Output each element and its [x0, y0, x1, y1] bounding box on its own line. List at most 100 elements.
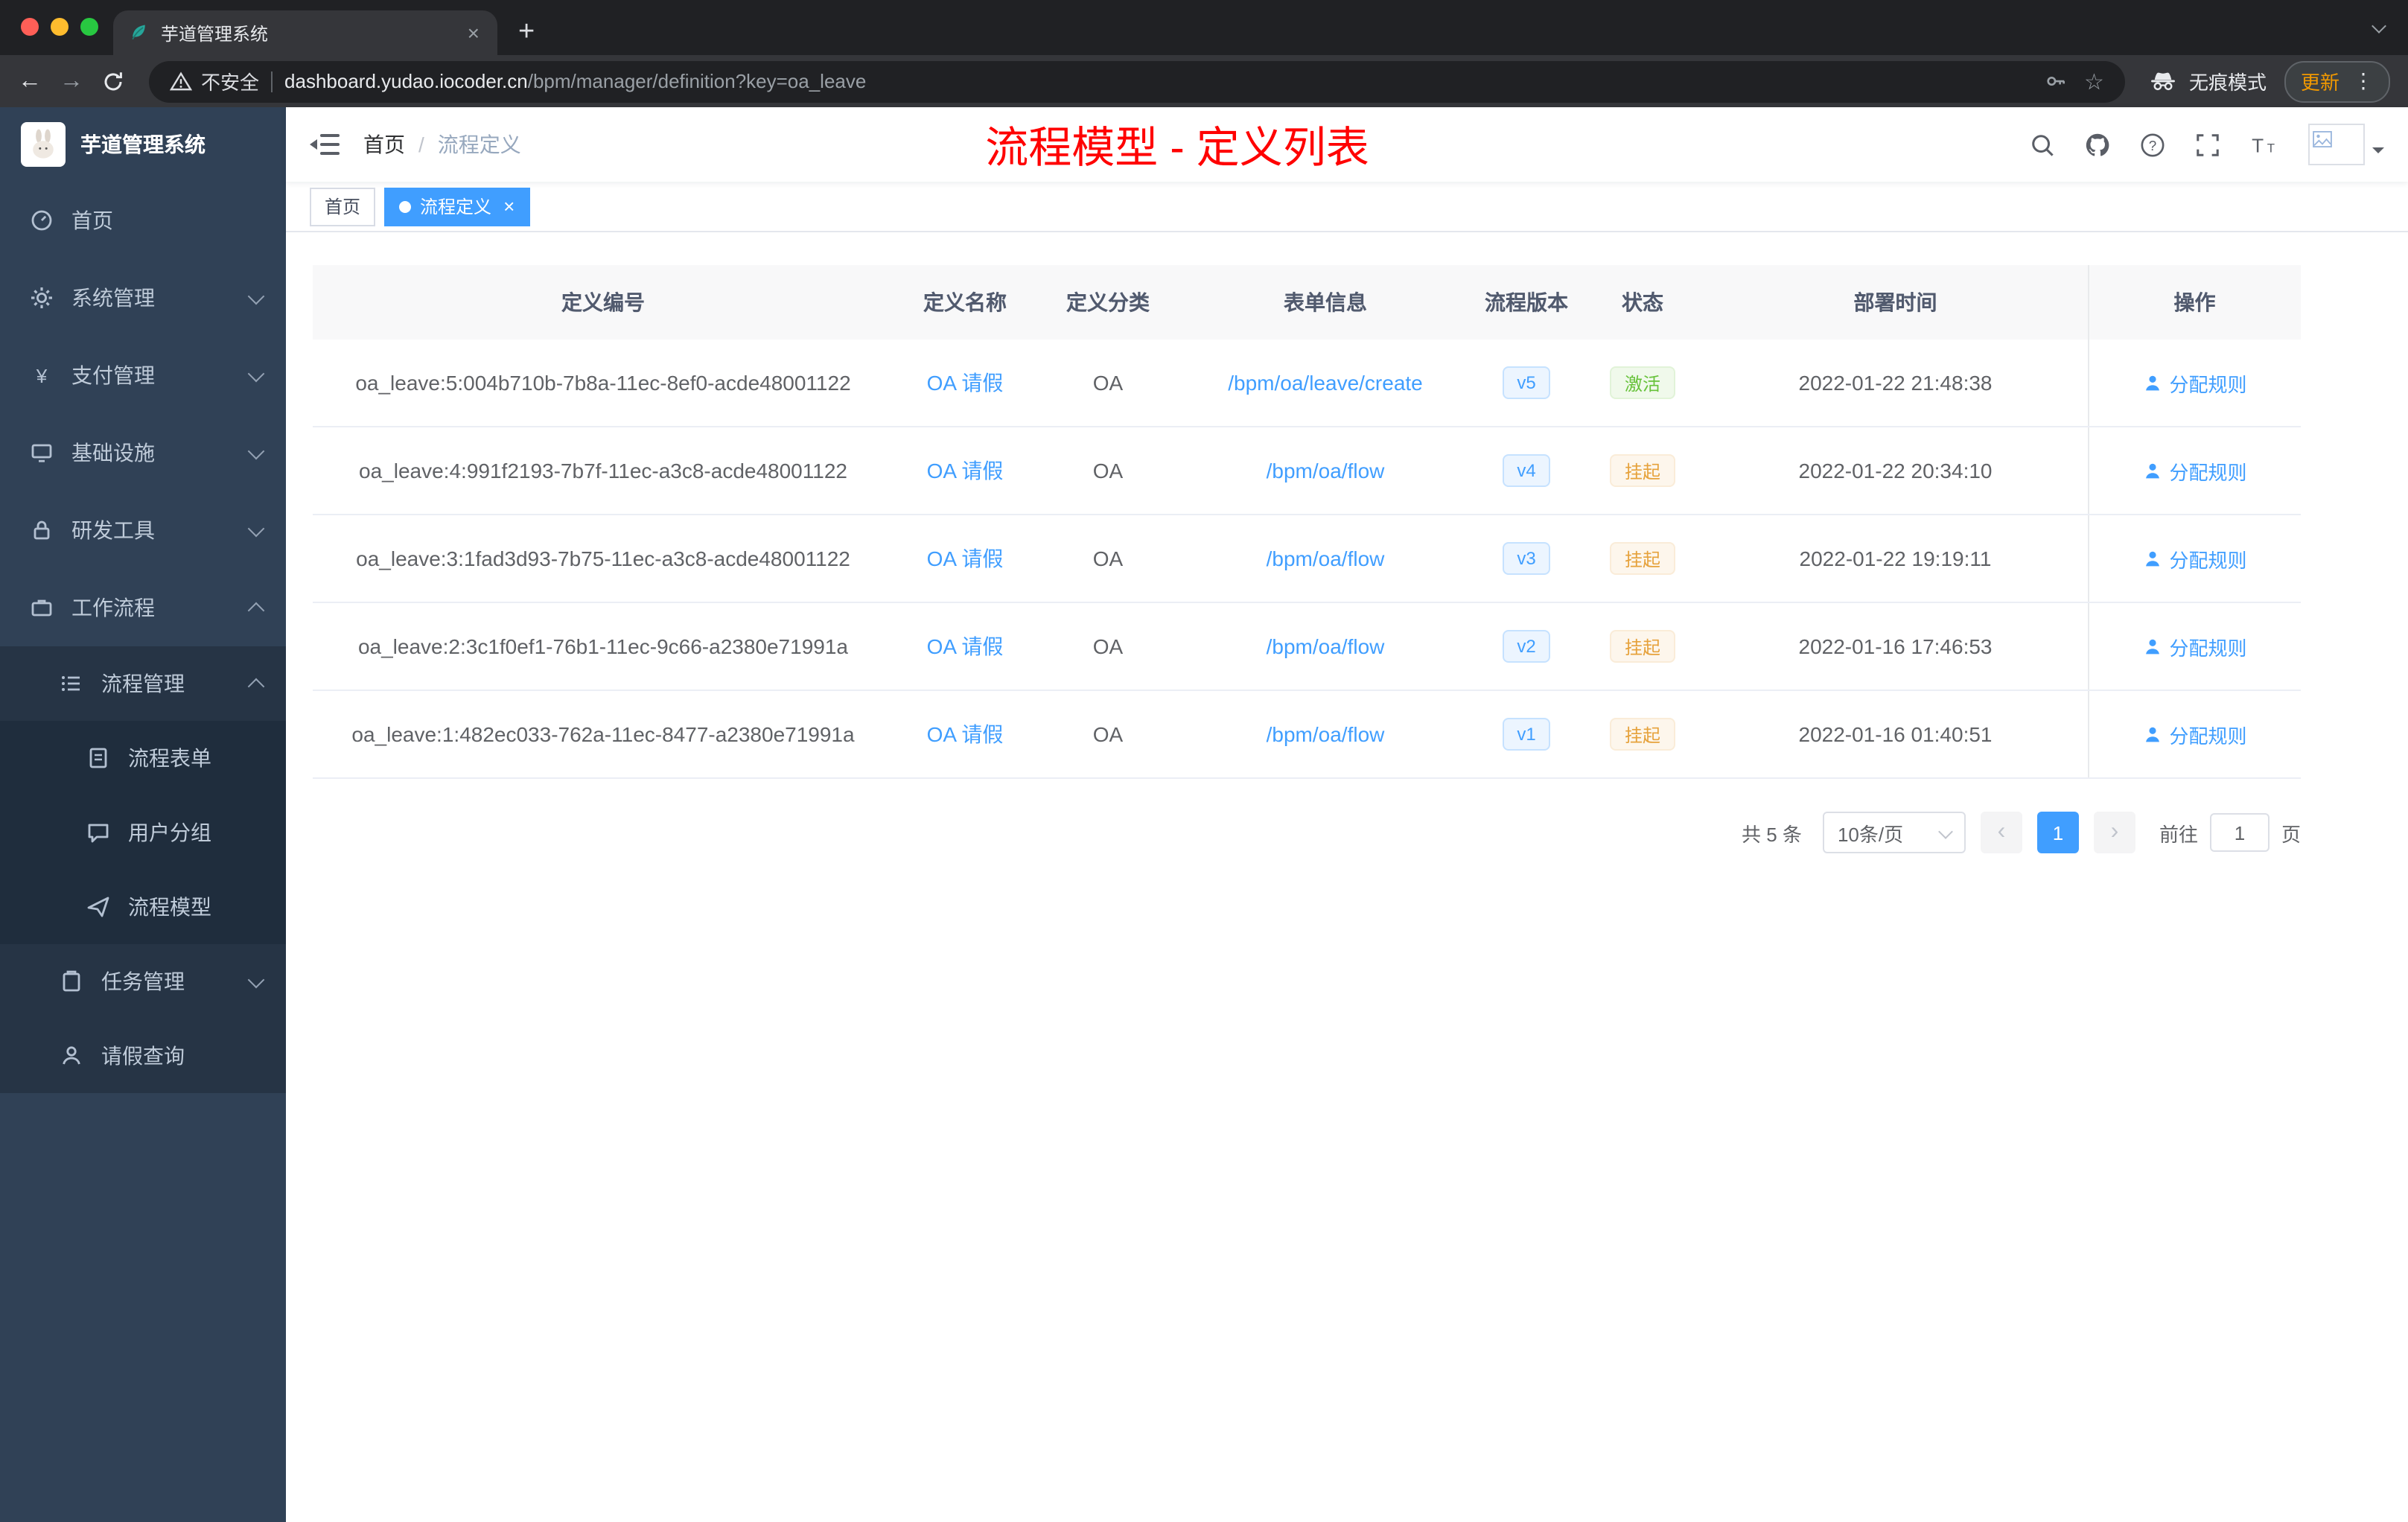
assign-rule-button[interactable]: 分配规则	[2142, 456, 2247, 485]
window-minimize-button[interactable]	[51, 18, 69, 36]
incognito-icon	[2151, 72, 2175, 91]
user-icon	[2142, 725, 2162, 744]
goto-unit-label: 页	[2281, 823, 2301, 845]
new-tab-button[interactable]: +	[518, 18, 535, 46]
sidebar-item-task-management[interactable]: 任务管理	[0, 944, 286, 1019]
sidebar-item-infrastructure[interactable]: 基础设施	[0, 414, 286, 491]
page-goto-input[interactable]	[2209, 813, 2270, 852]
sidebar-item-leave-query[interactable]: 请假查询	[0, 1019, 286, 1093]
col-deploy-time: 部署时间	[1704, 265, 2088, 340]
omnibox-actions: ☆	[2044, 68, 2104, 95]
help-icon[interactable]: ?	[2140, 132, 2165, 157]
sidebar-logo[interactable]: 芋道管理系统	[0, 107, 286, 182]
form-info-link[interactable]: /bpm/oa/flow	[1267, 634, 1385, 658]
form-info-link[interactable]: /bpm/oa/flow	[1267, 722, 1385, 746]
send-icon	[86, 895, 110, 919]
back-button[interactable]: ←	[18, 69, 42, 93]
sidebar-item-dev-tools[interactable]: 研发工具	[0, 491, 286, 569]
assign-rule-button[interactable]: 分配规则	[2142, 544, 2247, 573]
current-page-button[interactable]: 1	[2036, 812, 2079, 853]
form-info-link[interactable]: /bpm/oa/flow	[1267, 459, 1385, 483]
address-bar[interactable]: 不安全 dashboard.yudao.iocoder.cn/bpm/manag…	[149, 60, 2125, 102]
kebab-menu-icon[interactable]: ⋮	[2353, 69, 2374, 94]
sidebar-item-workflow[interactable]: 工作流程	[0, 569, 286, 646]
site-security[interactable]: 不安全	[170, 67, 259, 95]
favicon	[128, 22, 149, 43]
definition-name-link[interactable]: OA 请假	[927, 547, 1004, 570]
github-icon[interactable]	[2085, 132, 2110, 157]
definition-id-cell: oa_leave:5:004b710b-7b8a-11ec-8ef0-acde4…	[313, 340, 894, 427]
definition-name-link[interactable]: OA 请假	[927, 722, 1004, 746]
user-icon	[2142, 549, 2162, 568]
tags-view-bar: 首页 流程定义 ×	[286, 182, 2408, 232]
browser-window: 芋道管理系统 × + ← → 不安全 dashboard.yudao.iocod…	[0, 0, 2408, 1522]
sidebar-item-process-model[interactable]: 流程模型	[0, 870, 286, 944]
assign-rule-button[interactable]: 分配规则	[2142, 720, 2247, 748]
incognito-badge: 无痕模式	[2149, 67, 2267, 95]
tag-close-icon[interactable]: ×	[503, 197, 515, 216]
logo-avatar	[21, 122, 66, 167]
browser-tab[interactable]: 芋道管理系统 ×	[113, 10, 497, 55]
sidebar-item-user-group[interactable]: 用户分组	[0, 795, 286, 870]
definition-name-link[interactable]: OA 请假	[927, 634, 1004, 658]
search-icon[interactable]	[2030, 132, 2055, 157]
breadcrumb-home[interactable]: 首页	[363, 130, 405, 159]
forward-button[interactable]: →	[60, 69, 83, 93]
version-badge: v1	[1502, 718, 1551, 751]
col-status: 状态	[1582, 265, 1704, 340]
sidebar-item-label: 研发工具	[71, 518, 155, 542]
table-row: oa_leave:5:004b710b-7b8a-11ec-8ef0-acde4…	[313, 340, 2301, 427]
task-icon	[60, 969, 83, 993]
form-info-link[interactable]: /bpm/oa/flow	[1267, 547, 1385, 570]
sidebar-item-label: 流程表单	[128, 746, 211, 770]
sidebar-item-home[interactable]: 首页	[0, 182, 286, 259]
next-page-button[interactable]: ›	[2093, 812, 2135, 853]
col-definition-name: 定义名称	[894, 265, 1036, 340]
page-size-select[interactable]: 10条/页	[1822, 812, 1966, 853]
tab-search-chevron-icon[interactable]	[2372, 19, 2386, 34]
window-close-button[interactable]	[21, 18, 39, 36]
version-badge: v2	[1502, 630, 1551, 663]
sidebar-item-label: 任务管理	[101, 969, 185, 993]
chevron-down-icon	[247, 364, 265, 382]
fullscreen-icon[interactable]	[2195, 132, 2220, 157]
table-row: oa_leave:3:1fad3d93-7b75-11ec-a3c8-acde4…	[313, 515, 2301, 603]
chevron-up-icon	[247, 677, 265, 695]
bookmark-star-icon[interactable]: ☆	[2084, 68, 2104, 95]
tag-home[interactable]: 首页	[310, 187, 376, 226]
browser-menu-button[interactable]: 更新 ⋮	[2284, 60, 2390, 102]
tag-process-definition[interactable]: 流程定义 ×	[384, 187, 530, 226]
prev-page-button[interactable]: ‹	[1980, 812, 2022, 853]
key-icon[interactable]	[2044, 70, 2066, 92]
definition-name-link[interactable]: OA 请假	[927, 459, 1004, 483]
dashboard-icon	[30, 208, 54, 232]
assign-rule-button[interactable]: 分配规则	[2142, 369, 2247, 397]
sidebar-item-label: 用户分组	[128, 821, 211, 844]
sidebar-item-process-management[interactable]: 流程管理	[0, 646, 286, 721]
browser-toolbar: ← → 不安全 dashboard.yudao.iocoder.cn/bpm/m…	[0, 55, 2408, 107]
svg-text:¥: ¥	[36, 365, 48, 387]
sidebar-item-process-form[interactable]: 流程表单	[0, 721, 286, 795]
avatar	[2308, 124, 2365, 165]
form-info-link[interactable]: /bpm/oa/leave/create	[1228, 371, 1423, 395]
chevron-up-icon	[247, 601, 265, 619]
definition-category-cell: OA	[1036, 602, 1179, 691]
update-label[interactable]: 更新	[2301, 67, 2339, 95]
refresh-button[interactable]	[101, 69, 125, 93]
assign-rule-button[interactable]: 分配规则	[2142, 632, 2247, 660]
sidebar-item-label: 流程模型	[128, 895, 211, 919]
warning-icon	[170, 71, 192, 91]
font-size-icon[interactable]: TT	[2250, 133, 2278, 156]
tab-close-icon[interactable]: ×	[465, 21, 482, 45]
sidebar-item-payment-management[interactable]: ¥ 支付管理	[0, 337, 286, 414]
svg-text:?: ?	[2149, 138, 2157, 153]
window-fullscreen-button[interactable]	[80, 18, 98, 36]
user-avatar-menu[interactable]	[2308, 124, 2384, 165]
sidebar-item-system-management[interactable]: 系统管理	[0, 259, 286, 337]
sidebar-collapse-icon[interactable]	[310, 133, 340, 156]
active-dot	[399, 200, 412, 212]
definition-name-link[interactable]: OA 请假	[927, 371, 1004, 395]
tag-label: 流程定义	[420, 197, 492, 217]
app-navbar: 首页 / 流程定义 流程模型 - 定义列表 ? T T	[286, 107, 2408, 182]
content-area: 定义编号 定义名称 定义分类 表单信息 流程版本 状态 部署时间 操作 oa_l…	[286, 232, 2408, 1522]
